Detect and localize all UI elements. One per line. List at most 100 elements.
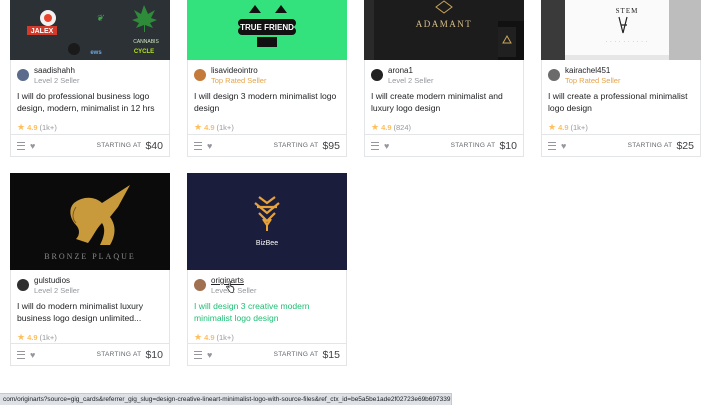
gig-price: $40 xyxy=(145,139,163,152)
seller-level: Level 2 Seller xyxy=(388,76,434,85)
thumb-label: CYCLE xyxy=(134,49,154,55)
gig-footer: ♥ STARTING AT $40 xyxy=(11,134,169,156)
rating-value: 4.9 xyxy=(204,333,215,342)
gig-rating: ★ 4.9 (1k+) xyxy=(17,122,163,133)
gig-card[interactable]: BRONZE PLAQUE gulstudios Level 2 Seller … xyxy=(10,173,170,366)
gig-rating: ★ 4.9 (1k+) xyxy=(548,122,694,133)
menu-icon[interactable] xyxy=(548,141,556,150)
gig-rating: ★ 4.9 (1k+) xyxy=(17,332,163,343)
rating-count: (1k+) xyxy=(39,333,57,342)
gig-thumbnail[interactable]: JALEX CANNABIS ❦ CYCLE ews xyxy=(10,0,170,60)
thumb-label: CANNABIS xyxy=(133,39,159,45)
gig-footer: ♥ STARTING AT $10 xyxy=(365,134,523,156)
rating-count: (824) xyxy=(393,123,412,132)
seller-level: Level 2 Seller xyxy=(34,286,80,295)
seller-avatar[interactable] xyxy=(194,279,206,291)
heart-icon[interactable]: ♥ xyxy=(384,141,389,151)
heart-icon[interactable]: ♥ xyxy=(207,141,212,151)
starting-at-label: STARTING AT xyxy=(627,142,673,149)
gig-title[interactable]: I will do professional business logo des… xyxy=(17,90,163,115)
star-icon: ★ xyxy=(17,332,26,342)
gig-thumbnail[interactable]: TRUE FRIEND xyxy=(187,0,347,60)
thumb-label: TRUE FRIEND xyxy=(240,23,294,32)
star-icon: ★ xyxy=(194,122,203,132)
gig-thumbnail[interactable]: BizBee xyxy=(187,173,347,270)
heart-icon[interactable]: ♥ xyxy=(30,141,35,151)
gig-card[interactable]: BizBee originarts Level 2 Seller I will … xyxy=(187,173,347,366)
heart-icon[interactable]: ♥ xyxy=(561,141,566,151)
gig-price: $10 xyxy=(499,139,517,152)
gig-card[interactable]: TRUE FRIEND lisavideointro Top Rated Sel… xyxy=(187,0,347,157)
gig-rating: ★ 4.9 (824) xyxy=(371,122,517,133)
gig-title[interactable]: I will create modern minimalist and luxu… xyxy=(371,90,517,115)
seller-name[interactable]: kairachel451 xyxy=(565,66,620,76)
rating-value: 4.9 xyxy=(558,123,569,132)
rating-value: 4.9 xyxy=(27,123,38,132)
gig-rating: ★ 4.9 (1k+) xyxy=(194,332,340,343)
gig-title[interactable]: I will design 3 modern minimalist logo d… xyxy=(194,90,340,115)
gig-card[interactable]: ADAMANT arona1 Level 2 Seller I will cre… xyxy=(364,0,524,157)
browser-status-url: com/originarts?source=gig_cards&referrer… xyxy=(0,393,452,405)
hand-cursor-icon xyxy=(226,281,234,293)
rating-count: (1k+) xyxy=(570,123,588,132)
seller-name[interactable]: saadishahh xyxy=(34,66,79,76)
starting-at-label: STARTING AT xyxy=(273,142,319,149)
svg-text:❦: ❦ xyxy=(96,13,104,23)
gig-footer: ♥ STARTING AT $95 xyxy=(188,134,346,156)
gig-footer: ♥ STARTING AT $10 xyxy=(11,343,169,365)
gig-footer: ♥ STARTING AT $25 xyxy=(542,134,700,156)
menu-icon[interactable] xyxy=(17,350,25,359)
gig-rating: ★ 4.9 (1k+) xyxy=(194,122,340,133)
seller-level: Top Rated Seller xyxy=(211,76,267,85)
gig-title[interactable]: I will do modern minimalist luxury busin… xyxy=(17,300,163,325)
rating-value: 4.9 xyxy=(381,123,392,132)
svg-text:ews: ews xyxy=(90,50,102,56)
gig-thumbnail[interactable]: ADAMANT xyxy=(364,0,524,60)
thumb-label: BRONZE PLAQUE xyxy=(44,252,136,261)
rating-count: (1k+) xyxy=(39,123,57,132)
menu-icon[interactable] xyxy=(194,350,202,359)
gig-price: $25 xyxy=(676,139,694,152)
seller-level: Level 2 Seller xyxy=(34,76,80,85)
menu-icon[interactable] xyxy=(194,141,202,150)
star-icon: ★ xyxy=(194,332,203,342)
starting-at-label: STARTING AT xyxy=(273,351,319,358)
menu-icon[interactable] xyxy=(17,141,25,150)
seller-level: Top Rated Seller xyxy=(565,76,621,85)
starting-at-label: STARTING AT xyxy=(96,142,142,149)
seller-avatar[interactable] xyxy=(17,279,29,291)
starting-at-label: STARTING AT xyxy=(96,351,142,358)
gig-footer: ♥ STARTING AT $15 xyxy=(188,343,346,365)
gig-title[interactable]: I will create a professional minimalist … xyxy=(548,90,694,115)
rating-count: (1k+) xyxy=(216,123,234,132)
seller-avatar[interactable] xyxy=(194,69,206,81)
gig-thumbnail[interactable]: BRONZE PLAQUE xyxy=(10,173,170,270)
seller-name[interactable]: arona1 xyxy=(388,66,433,76)
seller-avatar[interactable] xyxy=(548,69,560,81)
gig-price: $10 xyxy=(145,348,163,361)
seller-name[interactable]: gulstudios xyxy=(34,276,79,286)
rating-count: (1k+) xyxy=(216,333,234,342)
thumb-label: JALEX xyxy=(31,28,54,35)
rating-value: 4.9 xyxy=(204,123,215,132)
heart-icon[interactable]: ♥ xyxy=(30,350,35,360)
menu-icon[interactable] xyxy=(371,141,379,150)
gig-card[interactable]: JALEX CANNABIS ❦ CYCLE ews saadishahh Le… xyxy=(10,0,170,157)
seller-name[interactable]: lisavideointro xyxy=(211,66,266,76)
seller-avatar[interactable] xyxy=(371,69,383,81)
star-icon: ★ xyxy=(548,122,557,132)
star-icon: ★ xyxy=(17,122,26,132)
star-icon: ★ xyxy=(371,122,380,132)
heart-icon[interactable]: ♥ xyxy=(207,350,212,360)
gig-thumbnail[interactable]: STEM · · · · · · · · · · xyxy=(541,0,701,60)
thumb-label: BizBee xyxy=(256,240,278,247)
svg-text:· · · · · · · · · ·: · · · · · · · · · · xyxy=(606,39,648,44)
rating-value: 4.9 xyxy=(27,333,38,342)
seller-avatar[interactable] xyxy=(17,69,29,81)
gig-title[interactable]: I will design 3 creative modern minimali… xyxy=(194,300,340,325)
gig-card[interactable]: STEM · · · · · · · · · · kairachel451 To… xyxy=(541,0,701,157)
gig-price: $95 xyxy=(322,139,340,152)
gig-price: $15 xyxy=(322,348,340,361)
starting-at-label: STARTING AT xyxy=(450,142,496,149)
thumb-label: ADAMANT xyxy=(416,19,473,29)
